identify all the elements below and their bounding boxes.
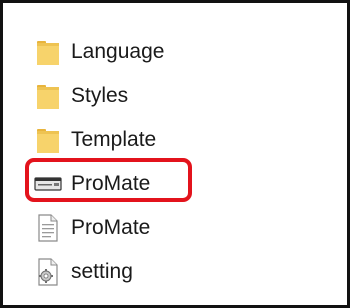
application-icon [31,167,65,201]
screenshot-frame: Language Styles Template ProMate ProMate… [0,0,350,308]
list-item-label: Template [71,128,157,151]
list-item-label: Styles [71,84,129,107]
list-item-label: ProMate [71,216,151,239]
list-item-label: ProMate [71,172,151,195]
settings-file-icon [31,255,65,289]
list-item-promate-text[interactable]: ProMate [31,211,311,245]
list-item-template-folder[interactable]: Template [31,123,311,157]
folder-icon [31,79,65,113]
list-item-label: setting [71,260,133,283]
list-item-promate-application[interactable]: ProMate [31,167,311,201]
list-item-styles-folder[interactable]: Styles [31,79,311,113]
list-item-language-folder[interactable]: Language [31,35,311,69]
list-item-setting-file[interactable]: setting [31,255,311,289]
folder-icon [31,35,65,69]
list-item-label: Language [71,40,165,63]
folder-icon [31,123,65,157]
text-document-icon [31,211,65,245]
